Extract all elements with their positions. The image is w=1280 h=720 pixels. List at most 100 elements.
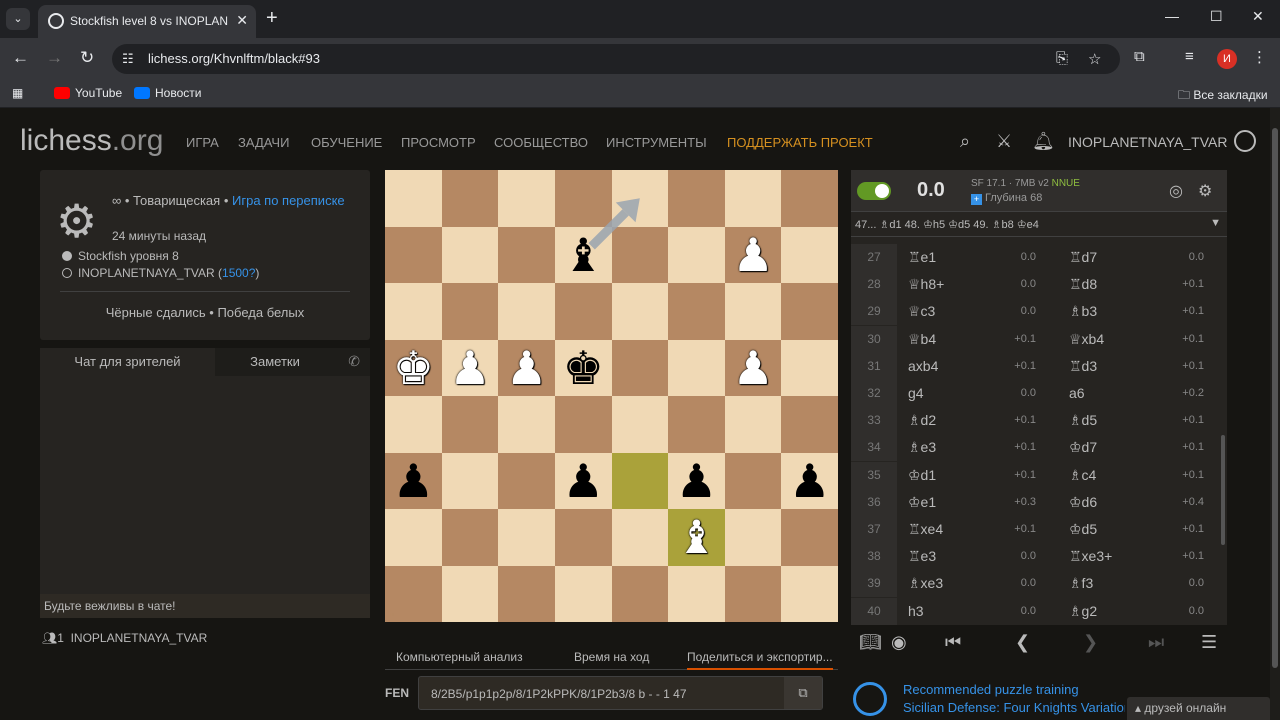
close-window-button[interactable]: ✕ [1252, 8, 1264, 25]
search-icon[interactable]: ⌕ [960, 131, 970, 152]
header-username[interactable]: INOPLANETNAYA_TVAR [1068, 134, 1227, 150]
bookmark-news[interactable]: Новости [134, 86, 201, 100]
tab-spectator-chat[interactable]: Чат для зрителей [40, 348, 215, 376]
back-button[interactable]: ← [12, 48, 29, 68]
black-move[interactable]: a6 [1069, 380, 1085, 407]
white-move[interactable]: ♔d1 [908, 462, 936, 489]
maximize-button[interactable]: ☐ [1210, 8, 1223, 25]
url-text[interactable]: lichess.org/Khvnlftm/black#93 [148, 51, 320, 66]
nav-puzzles[interactable]: ЗАДАЧИ [238, 135, 289, 150]
white-move[interactable]: ♗d2 [908, 407, 936, 434]
copy-clipboard-icon[interactable]: ⧉ [784, 677, 822, 709]
page-scroll-thumb[interactable] [1272, 128, 1278, 668]
white-move[interactable]: g4 [908, 380, 924, 407]
move-list[interactable]: 27 ♖e1 0.0 ♖d7 0.0 28 ♕h8+ 0.0 ♖d8 +0.1 29 ♕c3 0.0 ♗b… [851, 244, 1227, 625]
white-move-eval: +0.1 [1014, 523, 1036, 535]
minimize-button[interactable]: — [1165, 8, 1179, 24]
lichess-logo[interactable]: lichess.org [20, 124, 163, 158]
white-move[interactable]: h3 [908, 598, 924, 625]
friends-online-button[interactable]: ▴ друзей онлайн [1127, 697, 1270, 720]
black-move[interactable]: ♗f3 [1069, 570, 1093, 597]
black-player[interactable]: INOPLANETNAYA_TVAR (1500?) [62, 266, 259, 280]
bookmark-star-icon[interactable]: ☆ [1088, 50, 1101, 68]
apps-grid-icon[interactable]: ▦ [12, 86, 23, 100]
black-move[interactable]: ♗g2 [1069, 598, 1097, 625]
black-move[interactable]: ♖d3 [1069, 353, 1097, 380]
tab-share-export[interactable]: Поделиться и экспортир... [687, 650, 833, 670]
nav-watch[interactable]: ПРОСМОТР [401, 135, 476, 150]
tab-computer-analysis[interactable]: Компьютерный анализ [396, 650, 523, 664]
white-move[interactable]: axb4 [908, 353, 938, 380]
chess-board[interactable]: 1 2 3 4 5 6 7 8 h g f e d c b a ♝ ♟ ♚ ♟ ♟ ♚ ♟ ♟ ♟ ♟ ♟ ♝ [385, 170, 838, 622]
black-move[interactable]: ♖d7 [1069, 244, 1097, 271]
reload-button[interactable]: ↻ [80, 48, 94, 68]
challenges-icon[interactable]: ⚔ [996, 131, 1012, 152]
black-move[interactable]: ♔d7 [1069, 434, 1097, 461]
black-move[interactable]: ♔d6 [1069, 489, 1097, 516]
tab-move-times[interactable]: Время на ход [574, 650, 649, 664]
next-move-icon[interactable]: ❯ [1083, 632, 1098, 653]
puzzle-title[interactable]: Recommended puzzle training [903, 682, 1079, 697]
tab-notes[interactable]: Заметки [215, 348, 335, 376]
puzzle-subtitle[interactable]: Sicilian Defense: Four Knights Variation [903, 700, 1125, 715]
move-list-scrollbar[interactable] [1221, 435, 1225, 545]
game-type-link[interactable]: Игра по переписке [232, 193, 345, 208]
media-controls-icon[interactable]: ≡ [1185, 48, 1194, 65]
chat-input[interactable]: Будьте вежливы в чате! [40, 594, 370, 618]
page-scrollbar[interactable] [1270, 108, 1280, 720]
browser-menu-icon[interactable]: ⋮ [1252, 48, 1267, 66]
nav-play[interactable]: ИГРА [186, 135, 219, 150]
nav-donate[interactable]: ПОДДЕРЖАТЬ ПРОЕКТ [727, 135, 873, 150]
notifications-bell-icon[interactable]: 🔔︎ [1032, 131, 1055, 152]
settings-gear-icon[interactable]: ⚙ [1198, 181, 1212, 201]
install-app-icon[interactable]: ⎘ [1056, 50, 1068, 67]
menu-hamburger-icon[interactable]: ☰ [1201, 632, 1217, 653]
white-move[interactable]: ♗e3 [908, 434, 936, 461]
white-player[interactable]: Stockfish уровня 8 [62, 249, 179, 263]
target-icon[interactable]: ◎ [1169, 181, 1183, 201]
profile-avatar[interactable]: И [1217, 49, 1237, 69]
all-bookmarks[interactable]: 🗀 Все закладки [1178, 86, 1268, 107]
fen-value[interactable]: 8/2B5/p1p1p2p/8/1P2kPPK/8/1P2b3/8 b - - … [431, 687, 687, 701]
browser-tab[interactable]: Stockfish level 8 vs INOPLANETNAYA_TVAR … [38, 5, 256, 38]
address-bar[interactable]: ☷ lichess.org/Khvnlftm/black#93 ⎘ ☆ [112, 44, 1120, 74]
white-move[interactable]: ♖xe4 [908, 516, 943, 543]
engine-toggle[interactable] [857, 182, 891, 200]
white-move[interactable]: ♕h8+ [908, 271, 944, 298]
white-move[interactable]: ♔e1 [908, 489, 936, 516]
practice-target-icon[interactable]: ◉ [891, 632, 907, 653]
user-avatar-icon[interactable] [1234, 130, 1256, 152]
phone-icon[interactable]: ✆ [348, 353, 360, 370]
nav-community[interactable]: СООБЩЕСТВО [494, 135, 588, 150]
bookmark-youtube[interactable]: YouTube [54, 86, 122, 100]
white-move[interactable]: ♖e1 [908, 244, 936, 271]
black-move[interactable]: ♔d5 [1069, 516, 1097, 543]
white-move[interactable]: ♕b4 [908, 326, 936, 353]
tab-close-icon[interactable]: ✕ [236, 12, 248, 29]
white-move[interactable]: ♗xe3 [908, 570, 943, 597]
first-move-icon[interactable]: ⏮ [945, 632, 961, 653]
site-info-icon[interactable]: ☷ [122, 51, 134, 67]
black-move[interactable]: ♖d8 [1069, 271, 1097, 298]
last-move-icon[interactable]: ⏭ [1148, 632, 1164, 653]
prev-move-icon[interactable]: ❮ [1015, 632, 1030, 653]
white-move[interactable]: ♖e3 [908, 543, 936, 570]
fen-field[interactable]: 8/2B5/p1p1p2p/8/1P2kPPK/8/1P2b3/8 b - - … [418, 676, 823, 710]
nav-learn[interactable]: ОБУЧЕНИЕ [311, 135, 382, 150]
new-tab-button[interactable]: + [266, 7, 278, 30]
pv-line[interactable]: 47... ♗d1 48. ♔h5 ♔d5 49. ♗b8 ♔e4 [855, 218, 1039, 231]
white-move[interactable]: ♕c3 [908, 298, 935, 325]
opening-book-icon[interactable]: 📖︎ [859, 632, 882, 653]
pv-expand-icon[interactable]: ▼ [1210, 217, 1221, 229]
black-move[interactable]: ♗c4 [1069, 462, 1096, 489]
extensions-icon[interactable]: ⧉ [1134, 48, 1145, 65]
principal-variation[interactable]: 47... ♗d1 48. ♔h5 ♔d5 49. ♗b8 ♔e4 ▼ [851, 213, 1227, 237]
black-move[interactable]: ♖xe3+ [1069, 543, 1112, 570]
black-move[interactable]: ♗b3 [1069, 298, 1097, 325]
viewer-name[interactable]: INOPLANETNAYA_TVAR [71, 631, 208, 645]
tab-search-button[interactable]: ⌄ [6, 8, 30, 30]
black-move[interactable]: ♕xb4 [1069, 326, 1104, 353]
nav-tools[interactable]: ИНСТРУМЕНТЫ [606, 135, 707, 150]
forward-button[interactable]: → [46, 48, 63, 68]
black-move[interactable]: ♗d5 [1069, 407, 1097, 434]
